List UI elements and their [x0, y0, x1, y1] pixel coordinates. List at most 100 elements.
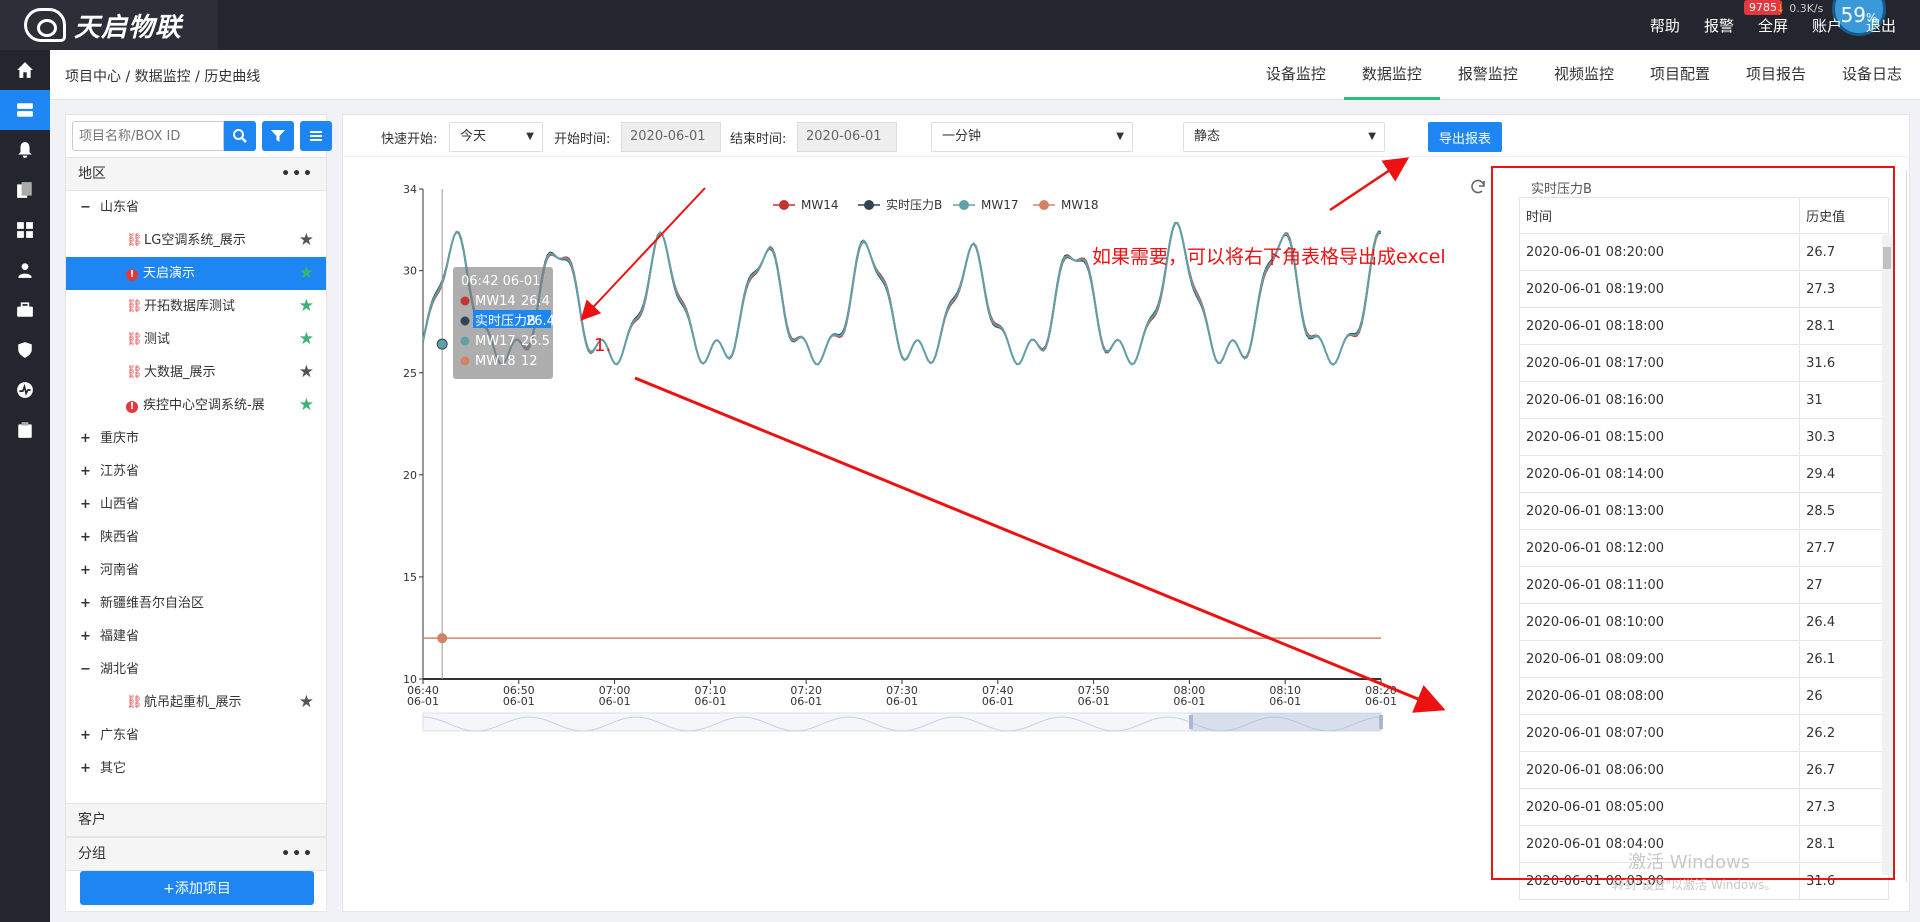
- tab-project-report[interactable]: 项目报告: [1728, 50, 1824, 100]
- tree-project-item[interactable]: ! 疾控中心空调系统-展 ★: [66, 389, 326, 422]
- table-row[interactable]: 2020-06-01 08:06:00 26.7: [1518, 751, 1889, 789]
- nav-projects[interactable]: [0, 90, 50, 130]
- nav-alarms[interactable]: [0, 130, 50, 170]
- tab-device-log[interactable]: 设备日志: [1824, 50, 1920, 100]
- alarm-link[interactable]: 报警: [1704, 15, 1734, 36]
- nav-dashboard[interactable]: [0, 210, 50, 250]
- tree-region-item[interactable]: − 湖北省: [66, 653, 326, 686]
- expand-icon[interactable]: +: [80, 422, 100, 455]
- column-header-value[interactable]: 历史值: [1799, 197, 1889, 234]
- nav-docs[interactable]: [0, 170, 50, 210]
- table-row[interactable]: 2020-06-01 08:16:00 31: [1518, 381, 1889, 419]
- tab-device-monitor[interactable]: 设备监控: [1248, 50, 1344, 100]
- legend-marker[interactable]: [779, 200, 789, 210]
- star-icon[interactable]: ★: [299, 686, 314, 719]
- account-link[interactable]: 账户: [1812, 15, 1842, 36]
- tree-region-item[interactable]: + 其它: [66, 752, 326, 785]
- tab-video-monitor[interactable]: 视频监控: [1536, 50, 1632, 100]
- project-search-input[interactable]: [72, 121, 224, 151]
- group-section[interactable]: 分组 •••: [66, 837, 326, 871]
- column-header-time[interactable]: 时间: [1518, 197, 1801, 234]
- legend-marker[interactable]: [1039, 200, 1049, 210]
- zoom-slider-window[interactable]: [1191, 713, 1381, 731]
- table-row[interactable]: 2020-06-01 08:14:00 29.4: [1518, 455, 1889, 493]
- nav-security[interactable]: [0, 330, 50, 370]
- tree-region-item[interactable]: + 山西省: [66, 488, 326, 521]
- legend-label[interactable]: MW17: [981, 198, 1019, 212]
- tab-data-monitor[interactable]: 数据监控: [1343, 50, 1440, 100]
- more-icon[interactable]: •••: [281, 158, 314, 190]
- table-row[interactable]: 2020-06-01 08:13:00 28.5: [1518, 492, 1889, 530]
- table-row[interactable]: 2020-06-01 08:18:00 28.1: [1518, 307, 1889, 345]
- legend-label[interactable]: MW18: [1061, 198, 1099, 212]
- collapse-icon[interactable]: −: [80, 653, 100, 686]
- hover-point[interactable]: [436, 338, 448, 350]
- tree-region-item[interactable]: + 河南省: [66, 554, 326, 587]
- expand-icon[interactable]: +: [80, 488, 100, 521]
- start-date-input[interactable]: 2020-06-01: [621, 122, 721, 152]
- nav-tools[interactable]: [0, 290, 50, 330]
- table-row[interactable]: 2020-06-01 08:09:00 26.1: [1518, 640, 1889, 678]
- collapse-icon[interactable]: −: [80, 191, 100, 224]
- zoom-handle-right[interactable]: [1379, 715, 1383, 729]
- star-icon[interactable]: ★: [299, 389, 314, 422]
- tree-region-item[interactable]: + 陕西省: [66, 521, 326, 554]
- interval-select[interactable]: 一分钟 ▼: [931, 122, 1133, 152]
- star-icon[interactable]: ★: [299, 323, 314, 356]
- tab-project-config[interactable]: 项目配置: [1632, 50, 1728, 100]
- tree-region-item[interactable]: + 广东省: [66, 719, 326, 752]
- nav-users[interactable]: [0, 250, 50, 290]
- logo[interactable]: 天启物联: [0, 0, 218, 50]
- nav-home[interactable]: [0, 50, 50, 90]
- tree-project-item[interactable]: ⛓航吊起重机_展示 ★: [66, 686, 326, 719]
- table-row[interactable]: 2020-06-01 08:10:00 26.4: [1518, 603, 1889, 641]
- legend-marker[interactable]: [864, 200, 874, 210]
- tree-project-item[interactable]: ⛓大数据_展示 ★: [66, 356, 326, 389]
- star-icon[interactable]: ★: [299, 257, 314, 290]
- help-link[interactable]: 帮助: [1650, 15, 1680, 36]
- legend-label[interactable]: 实时压力B: [886, 197, 942, 212]
- add-project-button[interactable]: +添加项目: [80, 871, 314, 905]
- legend-marker[interactable]: [959, 200, 969, 210]
- star-icon[interactable]: ★: [299, 224, 314, 257]
- legend-label[interactable]: MW14: [801, 198, 839, 212]
- table-row[interactable]: 2020-06-01 08:05:00 27.3: [1518, 788, 1889, 826]
- table-row[interactable]: 2020-06-01 08:07:00 26.2: [1518, 714, 1889, 752]
- history-line-chart[interactable]: 10152025303406:4006-0106:5006-0107:0006-…: [343, 157, 1503, 913]
- tree-project-item[interactable]: ! 天启演示 ★: [66, 257, 326, 290]
- mode-select[interactable]: 静态 ▼: [1183, 122, 1385, 152]
- end-date-input[interactable]: 2020-06-01: [797, 122, 897, 152]
- filter-button[interactable]: [262, 121, 294, 151]
- expand-icon[interactable]: +: [80, 719, 100, 752]
- logout-link[interactable]: 退出: [1866, 15, 1896, 36]
- scrollbar-thumb[interactable]: [1883, 247, 1891, 269]
- search-button[interactable]: [224, 121, 256, 151]
- expand-icon[interactable]: +: [80, 587, 100, 620]
- table-row[interactable]: 2020-06-01 08:17:00 31.6: [1518, 344, 1889, 382]
- tree-project-item[interactable]: ⛓测试 ★: [66, 323, 326, 356]
- nav-monitor[interactable]: [0, 370, 50, 410]
- tree-project-item[interactable]: ⛓LG空调系统_展示 ★: [66, 224, 326, 257]
- tree-project-item[interactable]: ⛓开拓数据库测试 ★: [66, 290, 326, 323]
- expand-icon[interactable]: +: [80, 455, 100, 488]
- list-button[interactable]: [300, 121, 332, 151]
- expand-icon[interactable]: +: [80, 620, 100, 653]
- tab-alarm-monitor[interactable]: 报警监控: [1440, 50, 1536, 100]
- tree-region-item[interactable]: + 福建省: [66, 620, 326, 653]
- star-icon[interactable]: ★: [299, 356, 314, 389]
- hover-point[interactable]: [437, 633, 448, 644]
- zoom-handle-left[interactable]: [1189, 715, 1193, 729]
- table-row[interactable]: 2020-06-01 08:15:00 30.3: [1518, 418, 1889, 456]
- table-scrollbar[interactable]: [1882, 235, 1892, 875]
- region-section[interactable]: 地区 •••: [66, 157, 326, 191]
- table-row[interactable]: 2020-06-01 08:19:00 27.3: [1518, 270, 1889, 308]
- table-row[interactable]: 2020-06-01 08:11:00 27: [1518, 566, 1889, 604]
- tree-region-item[interactable]: + 重庆市: [66, 422, 326, 455]
- expand-icon[interactable]: +: [80, 521, 100, 554]
- nav-reports[interactable]: [0, 410, 50, 450]
- quick-start-select[interactable]: 今天 ▼: [449, 122, 543, 152]
- expand-icon[interactable]: +: [80, 752, 100, 785]
- table-row[interactable]: 2020-06-01 08:20:00 26.7: [1518, 233, 1889, 271]
- star-icon[interactable]: ★: [299, 290, 314, 323]
- table-row[interactable]: 2020-06-01 08:08:00 26: [1518, 677, 1889, 715]
